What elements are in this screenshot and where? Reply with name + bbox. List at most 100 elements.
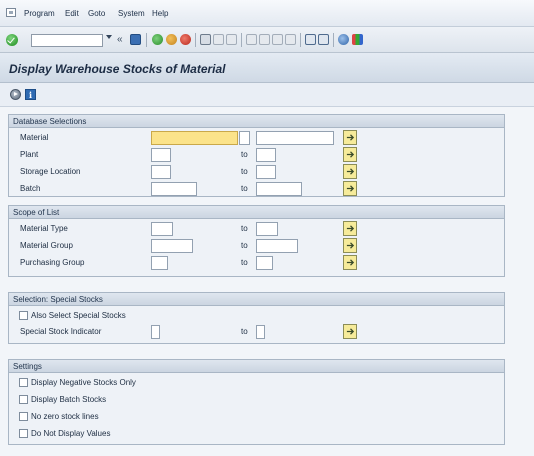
menu-help[interactable]: Help [152, 9, 168, 18]
menu-edit[interactable]: Edit [65, 9, 79, 18]
multiple-selection-button[interactable] [343, 221, 357, 236]
menu-bar: Program Edit Goto System Help [0, 0, 534, 27]
row-plant: Plant to [9, 147, 504, 163]
material-type-high-input[interactable] [256, 222, 278, 236]
arrow-right-icon [346, 151, 354, 158]
to-label: to [241, 184, 248, 193]
help-icon[interactable] [338, 34, 349, 45]
back-icon[interactable]: « [117, 35, 128, 46]
row-display-batch-stocks: Display Batch Stocks [9, 392, 504, 408]
shortcut-icon[interactable] [318, 34, 329, 45]
special-stock-indicator-low-input[interactable] [151, 325, 160, 339]
create-session-icon[interactable] [305, 34, 316, 45]
display-batch-stocks-checkbox[interactable] [19, 395, 28, 404]
material-high-input[interactable] [256, 131, 334, 145]
also-select-special-stocks-checkbox[interactable] [19, 311, 28, 320]
material-type-low-input[interactable] [151, 222, 173, 236]
batch-high-input[interactable] [256, 182, 302, 196]
cancel-icon[interactable] [180, 34, 191, 45]
system-menu-icon[interactable] [6, 8, 16, 17]
execute-icon[interactable] [10, 89, 21, 100]
arrow-right-icon [346, 259, 354, 266]
to-label: to [241, 224, 248, 233]
find-next-icon[interactable] [226, 34, 237, 45]
arrow-right-icon [346, 185, 354, 192]
purchasing-group-high-input[interactable] [256, 256, 273, 270]
multiple-selection-button[interactable] [343, 324, 357, 339]
find-icon[interactable] [213, 34, 224, 45]
multiple-selection-button[interactable] [343, 181, 357, 196]
field-label: Material [20, 133, 49, 142]
toolbar-separator [333, 33, 334, 47]
row-display-negative-stocks: Display Negative Stocks Only [9, 375, 504, 391]
field-label: Plant [20, 150, 39, 159]
back-nav-icon[interactable] [152, 34, 163, 45]
toolbar-separator [146, 33, 147, 47]
row-material-type: Material Type to [9, 221, 504, 237]
multiple-selection-button[interactable] [343, 130, 357, 145]
arrow-right-icon [346, 225, 354, 232]
last-page-icon[interactable] [285, 34, 296, 45]
row-special-stock-indicator: Special Stock Indicator to [9, 324, 504, 340]
do-not-display-values-checkbox[interactable] [19, 429, 28, 438]
title-bar: Display Warehouse Stocks of Material [0, 53, 534, 83]
row-also-select-special-stocks: Also Select Special Stocks [9, 308, 504, 324]
purchasing-group-low-input[interactable] [151, 256, 168, 270]
arrow-right-icon [346, 328, 354, 335]
enter-icon[interactable] [6, 34, 18, 46]
row-purchasing-group: Purchasing Group to [9, 255, 504, 271]
save-icon[interactable] [130, 34, 141, 45]
field-label: Purchasing Group [20, 258, 85, 267]
search-help-icon[interactable] [239, 131, 250, 145]
exit-icon[interactable] [166, 34, 177, 45]
next-page-icon[interactable] [272, 34, 283, 45]
layout-menu-icon[interactable] [352, 34, 363, 45]
field-label: Batch [20, 184, 41, 193]
row-batch: Batch to [9, 181, 504, 197]
previous-page-icon[interactable] [259, 34, 270, 45]
plant-low-input[interactable] [151, 148, 171, 162]
batch-low-input[interactable] [151, 182, 197, 196]
storage-location-low-input[interactable] [151, 165, 171, 179]
checkbox-label: Also Select Special Stocks [31, 311, 126, 320]
group-special-stocks: Selection: Special Stocks Also Select Sp… [8, 292, 505, 344]
multiple-selection-button[interactable] [343, 255, 357, 270]
checkbox-label: Do Not Display Values [31, 429, 111, 438]
multiple-selection-button[interactable] [343, 147, 357, 162]
material-group-low-input[interactable] [151, 239, 193, 253]
multiple-selection-button[interactable] [343, 164, 357, 179]
first-page-icon[interactable] [246, 34, 257, 45]
checkbox-label: Display Negative Stocks Only [31, 378, 136, 387]
material-group-high-input[interactable] [256, 239, 298, 253]
page-title: Display Warehouse Stocks of Material [9, 62, 226, 76]
menu-program[interactable]: Program [24, 9, 55, 18]
display-negative-stocks-checkbox[interactable] [19, 378, 28, 387]
multiple-selection-button[interactable] [343, 238, 357, 253]
menu-system[interactable]: System [118, 9, 145, 18]
row-material: Material [9, 130, 504, 146]
group-header: Scope of List [9, 206, 504, 219]
to-label: to [241, 241, 248, 250]
arrow-right-icon [346, 168, 354, 175]
menu-goto[interactable]: Goto [88, 9, 105, 18]
print-icon[interactable] [200, 34, 211, 45]
checkbox-label: Display Batch Stocks [31, 395, 107, 404]
row-no-zero-stock-lines: No zero stock lines [9, 409, 504, 425]
command-field[interactable] [31, 34, 103, 47]
group-scope-of-list: Scope of List Material Type to Material … [8, 205, 505, 277]
command-field-dropdown-icon[interactable] [106, 35, 112, 39]
selection-screen: Database Selections Material Plant to St… [0, 107, 534, 456]
field-label: Storage Location [20, 167, 81, 176]
row-storage-location: Storage Location to [9, 164, 504, 180]
material-low-input[interactable] [151, 131, 238, 145]
checkbox-label: No zero stock lines [31, 412, 99, 421]
field-label: Special Stock Indicator [20, 327, 102, 336]
group-header: Settings [9, 360, 504, 373]
program-info-icon[interactable]: i [25, 89, 36, 100]
no-zero-stock-lines-checkbox[interactable] [19, 412, 28, 421]
storage-location-high-input[interactable] [256, 165, 276, 179]
special-stock-indicator-high-input[interactable] [256, 325, 265, 339]
plant-high-input[interactable] [256, 148, 276, 162]
toolbar-separator [300, 33, 301, 47]
toolbar-separator [241, 33, 242, 47]
